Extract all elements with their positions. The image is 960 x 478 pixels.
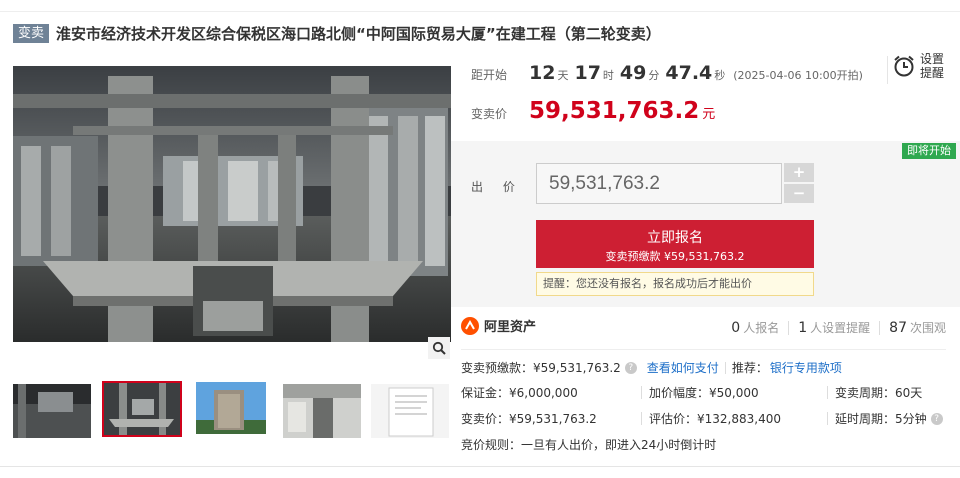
- sale-type-tag: 变卖: [13, 23, 50, 43]
- sale-price-field: 变卖价：¥59,531,763.2: [461, 410, 597, 427]
- construction-interior-image: [13, 66, 451, 342]
- thumbnail-2[interactable]: [102, 381, 182, 437]
- minutes-unit: 分: [648, 69, 660, 82]
- brand: 阿里资产: [461, 316, 536, 335]
- section-divider: [461, 349, 946, 350]
- view-count-label: 次围观: [909, 321, 946, 335]
- link-divider: [724, 361, 726, 374]
- price-unit: 元: [702, 107, 716, 122]
- bottom-border: [0, 466, 960, 467]
- zoom-button[interactable]: [428, 337, 450, 359]
- increment-value: 加价幅度：¥50,000: [649, 386, 759, 400]
- sale-price-value: 变卖价：¥59,531,763.2: [461, 412, 597, 426]
- thumbnail-image: [196, 382, 266, 434]
- period-field: 变卖周期：60天: [835, 384, 922, 401]
- thumbnail-image: [104, 383, 180, 435]
- rule-field: 竞价规则：一旦有人出价，即进入24小时倒计时: [461, 436, 716, 453]
- stat-divider: [879, 320, 881, 335]
- column-divider: [641, 386, 642, 399]
- set-reminder-button[interactable]: 设置 提醒: [892, 52, 948, 80]
- brand-name: 阿里资产: [484, 320, 537, 335]
- stat-divider: [788, 320, 790, 335]
- signup-hint: 提醒：您还没有报名，报名成功后才能出价: [536, 272, 814, 296]
- days-unit: 天: [557, 69, 569, 82]
- help-icon[interactable]: ?: [624, 361, 637, 374]
- page-title: 淮安市经济技术开发区综合保税区海口路北侧“中阿国际贸易大厦”在建工程（第二轮变卖…: [56, 24, 661, 43]
- column-divider: [641, 412, 642, 425]
- seconds-unit: 秒: [714, 69, 726, 82]
- how-to-pay-link[interactable]: 查看如何支付: [647, 359, 719, 376]
- delay-value: 延时周期：5分钟: [835, 412, 927, 426]
- column-divider: [827, 412, 828, 425]
- bank-payment-link[interactable]: 银行专用款项: [770, 359, 842, 376]
- deposit-row: 变卖预缴款：¥59,531,763.2 ? 查看如何支付 推荐： 银行专用款项: [461, 359, 842, 376]
- bid-amount-input[interactable]: 59,531,763.2: [536, 163, 782, 204]
- price-label: 变卖价: [471, 107, 508, 121]
- appraisal-field: 评估价：¥132,883,400: [649, 410, 781, 427]
- countdown-days: 12: [529, 62, 556, 84]
- magnifier-icon: [432, 341, 446, 355]
- ali-assets-logo-icon: [461, 316, 479, 335]
- thumbnail-5[interactable]: [371, 384, 449, 438]
- margin-field: 保证金：¥6,000,000: [461, 384, 578, 401]
- hours-unit: 时: [602, 69, 614, 82]
- price-value: 59,531,763.2: [529, 98, 700, 124]
- signup-deposit: 变卖预缴款 ¥59,531,763.2: [605, 250, 745, 263]
- rule-value: 竞价规则：一旦有人出价，即进入24小时倒计时: [461, 438, 717, 452]
- countdown-seconds: 47.4: [665, 62, 713, 84]
- reminder-count-label: 人设置提醒: [810, 321, 871, 335]
- recommend-label: 推荐：: [731, 361, 768, 375]
- thumbnail-4[interactable]: [283, 384, 361, 438]
- stats-row: 0 人报名 1 人设置提醒 87 次围观: [731, 319, 946, 336]
- increment-field: 加价幅度：¥50,000: [649, 384, 759, 401]
- reminder-divider: [887, 56, 888, 84]
- help-icon[interactable]: ?: [930, 412, 943, 425]
- appraisal-value: 评估价：¥132,883,400: [649, 412, 781, 426]
- signup-label: 立即报名: [647, 230, 703, 246]
- alarm-clock-icon: [894, 55, 914, 77]
- thumbnail-image: [371, 384, 449, 438]
- column-divider: [827, 386, 828, 399]
- status-badge: 即将开始: [902, 143, 956, 159]
- countdown-hours: 17: [574, 62, 601, 84]
- increase-bid-button[interactable]: +: [784, 163, 814, 182]
- top-border: [0, 0, 960, 12]
- countdown-label: 距开始: [471, 68, 508, 82]
- price-row: 变卖价 59,531,763.2 元: [471, 98, 715, 124]
- thumbnail-3[interactable]: [196, 382, 266, 434]
- start-time: (2025-04-06 10:00开拍): [733, 69, 863, 82]
- reminder-label-1: 设置: [920, 52, 945, 66]
- signup-count: 0: [731, 320, 741, 336]
- period-value: 变卖周期：60天: [835, 386, 923, 400]
- signup-button[interactable]: 立即报名 变卖预缴款 ¥59,531,763.2: [536, 220, 814, 268]
- reminder-count: 1: [798, 320, 808, 336]
- delay-field: 延时周期：5分钟 ?: [835, 410, 943, 427]
- title-row: 变卖 淮安市经济技术开发区综合保税区海口路北侧“中阿国际贸易大厦”在建工程（第二…: [13, 22, 661, 44]
- decrease-bid-button[interactable]: −: [784, 184, 814, 203]
- signup-count-label: 人报名: [743, 321, 780, 335]
- reminder-label-2: 提醒: [920, 66, 945, 80]
- bid-label: 出 价: [471, 180, 523, 194]
- margin-value: 保证金：¥6,000,000: [461, 386, 578, 400]
- thumbnail-image: [13, 384, 91, 438]
- view-count: 87: [889, 320, 907, 336]
- countdown-minutes: 49: [619, 62, 647, 84]
- deposit-amount: 变卖预缴款：¥59,531,763.2: [461, 361, 621, 375]
- bid-panel: 即将开始 出 价 59,531,763.2 + − 立即报名 变卖预缴款 ¥59…: [451, 141, 960, 307]
- countdown-row: 距开始 12 天 17 时 49 分 47.4 秒 (2025-04-06 10…: [471, 62, 863, 84]
- thumbnail-image: [283, 384, 361, 438]
- thumbnail-1[interactable]: [13, 384, 91, 438]
- main-photo[interactable]: [13, 66, 451, 342]
